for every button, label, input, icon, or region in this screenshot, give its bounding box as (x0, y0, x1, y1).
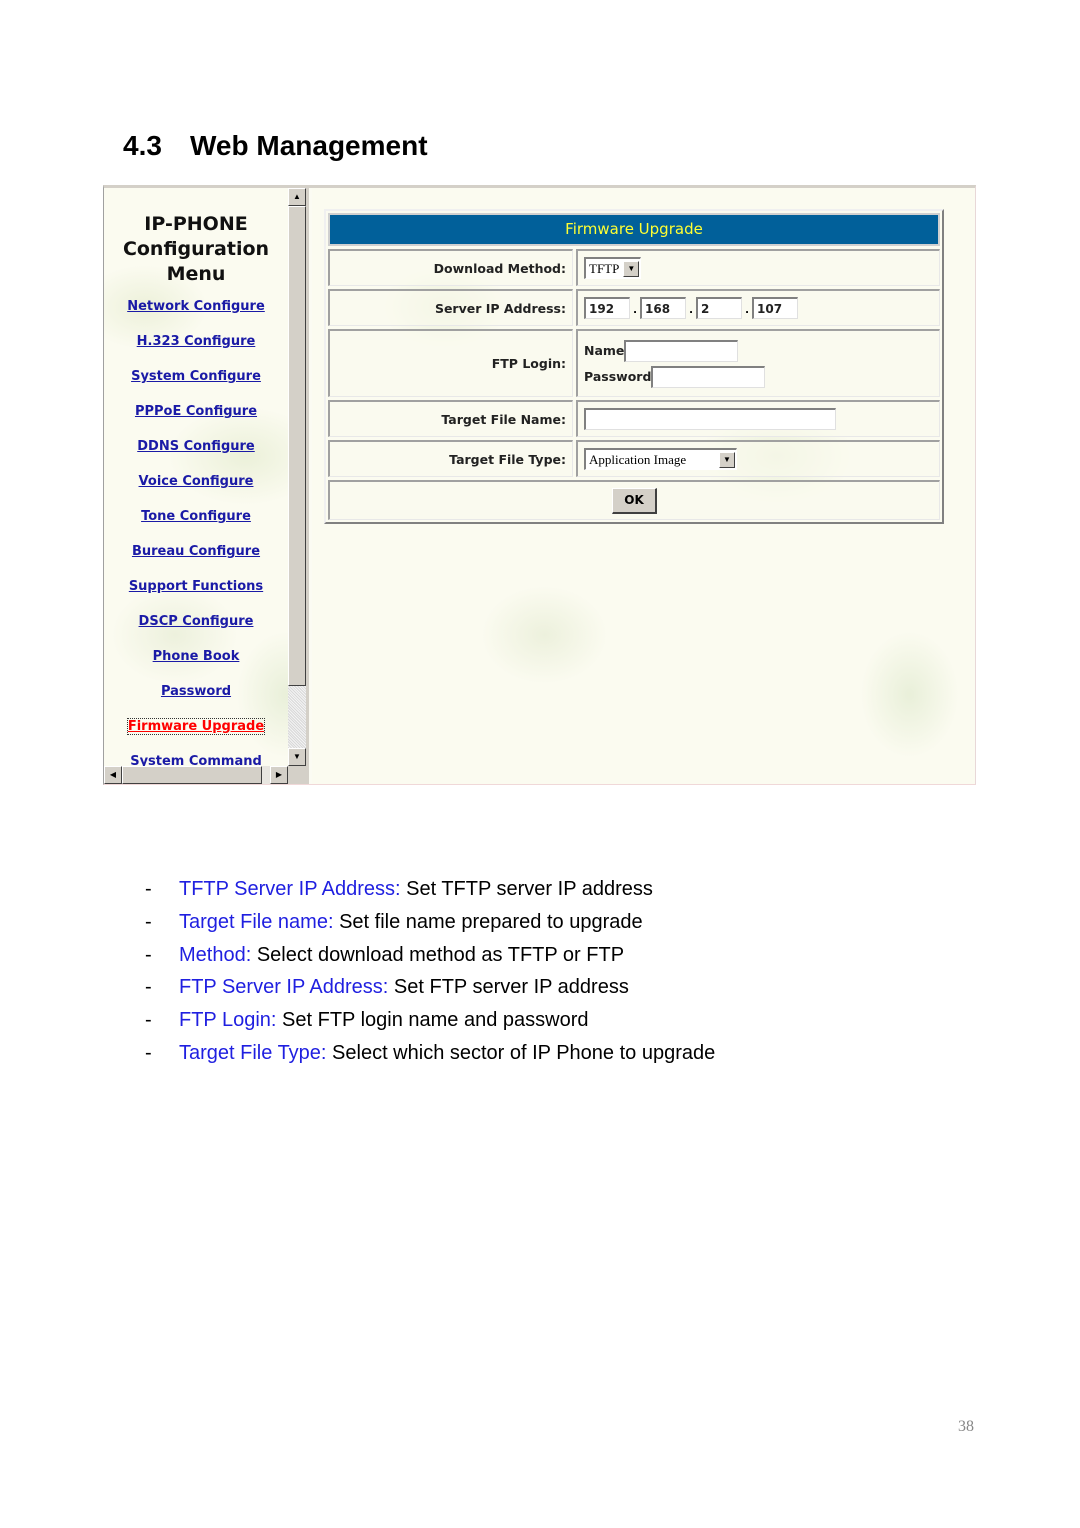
bullet-dash: - (145, 1009, 152, 1032)
bullet-term: Target File name: (179, 910, 334, 933)
download-method-row: Download Method: TFTP ▼ (328, 249, 940, 286)
arrow-up-icon[interactable]: ▲ (288, 188, 306, 206)
bullet-term: TFTP Server IP Address: (179, 878, 401, 900)
bullet-description: Select which sector of IP Phone to upgra… (326, 1041, 716, 1064)
arrow-down-icon[interactable]: ▼ (288, 748, 306, 766)
bullet-dash: - (145, 878, 152, 900)
menu-heading-line: IP-PHONE (144, 213, 248, 235)
download-method-value: TFTP (589, 260, 620, 276)
server-ip-octet-1[interactable] (584, 297, 630, 319)
bullet-description: Set TFTP server IP address (400, 878, 653, 900)
menu-link-h323-configure[interactable]: H.323 Configure (137, 334, 256, 349)
target-file-name-row: Target File Name: (328, 400, 940, 437)
menu-link-pppoe-configure[interactable]: PPPoE Configure (135, 404, 257, 419)
content-frame: Firmware Upgrade Download Method: TFTP ▼… (312, 188, 975, 784)
list-item: - Target File Type: Select which sector o… (145, 1038, 715, 1071)
firmware-upgrade-form: Firmware Upgrade Download Method: TFTP ▼… (324, 209, 944, 524)
page-number: 38 (958, 1418, 974, 1435)
bullet-term: FTP Login: (179, 1009, 277, 1032)
target-file-name-label: Target File Name: (328, 400, 573, 437)
download-method-label: Download Method: (328, 249, 573, 286)
menu-link-dscp-configure[interactable]: DSCP Configure (139, 614, 254, 629)
bullet-dash: - (145, 943, 152, 966)
field-description-list: - TFTP Server IP Address: Set TFTP server… (145, 874, 715, 1071)
target-file-type-select[interactable]: Application Image ▼ (584, 448, 737, 470)
password-label: Password (584, 369, 652, 384)
bullet-description: Set FTP login name and password (276, 1009, 589, 1032)
bullet-dash: - (145, 910, 152, 933)
bullet-term: FTP Server IP Address: (179, 976, 389, 999)
chevron-down-icon[interactable]: ▼ (719, 451, 735, 468)
menu-link-phone-book[interactable]: Phone Book (153, 649, 240, 664)
target-file-type-label: Target File Type: (328, 440, 573, 477)
bullet-description: Select download method as TFTP or FTP (251, 943, 625, 966)
menu-link-voice-configure[interactable]: Voice Configure (139, 474, 254, 489)
menu-link-network-configure[interactable]: Network Configure (127, 299, 265, 314)
menu-heading: IP-PHONE Configuration Menu (104, 212, 288, 287)
target-file-name-input[interactable] (584, 408, 836, 430)
target-file-type-value: Application Image (589, 451, 687, 467)
section-title: 4.3 Web Management (123, 130, 428, 162)
bullet-dash: - (145, 1041, 152, 1064)
menu-link-bureau-configure[interactable]: Bureau Configure (132, 544, 260, 559)
bullet-description: Set FTP server IP address (388, 976, 629, 999)
bullet-term: Method: (179, 943, 252, 966)
ftp-login-row: FTP Login: Name Password (328, 329, 940, 397)
scrollbar-corner (288, 766, 306, 784)
menu-frame: IP-PHONE Configuration Menu Network Conf… (104, 188, 309, 784)
server-ip-label: Server IP Address: (328, 289, 573, 326)
name-label: Name (584, 343, 625, 358)
ftp-name-input[interactable] (624, 339, 739, 362)
server-ip-octet-4[interactable] (752, 297, 798, 319)
menu-link-firmware-upgrade[interactable]: Firmware Upgrade (126, 718, 266, 735)
ok-row: OK (328, 480, 940, 520)
list-item: - Target File name: Set file name prepare… (145, 907, 715, 940)
server-ip-octet-2[interactable] (640, 297, 686, 319)
web-ui-screenshot: IP-PHONE Configuration Menu Network Conf… (103, 185, 976, 785)
section-number: 4.3 (123, 130, 162, 161)
menu-list: Network Configure H.323 Configure System… (104, 297, 288, 766)
server-ip-row: Server IP Address: . . . (328, 289, 940, 326)
menu-link-ddns-configure[interactable]: DDNS Configure (137, 439, 255, 454)
menu-link-tone-configure[interactable]: Tone Configure (141, 509, 251, 524)
list-item: - FTP Server IP Address: Set FTP server I… (145, 972, 715, 1005)
ip-separator: . (633, 300, 637, 316)
bullet-description: Set file name prepared to upgrade (333, 910, 643, 933)
target-file-type-row: Target File Type: Application Image ▼ (328, 440, 940, 477)
download-method-select[interactable]: TFTP ▼ (584, 257, 642, 279)
menu-link-system-configure[interactable]: System Configure (131, 369, 261, 384)
bullet-term: Target File Type: (179, 1041, 327, 1064)
ftp-login-label: FTP Login: (328, 329, 573, 397)
menu-heading-line: Configuration (122, 238, 270, 260)
section-title-text: Web Management (190, 130, 428, 161)
server-ip-octet-3[interactable] (696, 297, 742, 319)
ip-separator: . (745, 300, 749, 316)
list-item: - FTP Login: Set FTP login name and passw… (145, 1005, 715, 1038)
list-item: - TFTP Server IP Address: Set TFTP server… (145, 874, 715, 907)
menu-link-support-functions[interactable]: Support Functions (129, 579, 263, 594)
menu-link-system-command[interactable]: System Command (130, 754, 262, 766)
vertical-scroll-thumb[interactable] (288, 206, 306, 686)
arrow-left-icon[interactable]: ◀ (104, 766, 122, 784)
vertical-scrollbar[interactable]: ▲ ▼ (288, 188, 306, 766)
form-title: Firmware Upgrade (328, 213, 940, 246)
ftp-password-input[interactable] (651, 365, 766, 388)
chevron-down-icon[interactable]: ▼ (623, 260, 640, 277)
vertical-scroll-track[interactable] (288, 686, 306, 748)
ok-button[interactable]: OK (612, 487, 657, 514)
arrow-right-icon[interactable]: ▶ (270, 766, 288, 784)
ip-separator: . (689, 300, 693, 316)
bullet-dash: - (145, 976, 152, 999)
menu-content: IP-PHONE Configuration Menu Network Conf… (104, 188, 288, 766)
horizontal-scrollbar[interactable]: ◀ ▶ (104, 766, 288, 784)
menu-link-password[interactable]: Password (161, 684, 231, 699)
horizontal-scroll-thumb[interactable] (122, 766, 262, 784)
menu-heading-line: Menu (166, 263, 226, 285)
list-item: - Method: Select download method as TFTP … (145, 940, 715, 973)
